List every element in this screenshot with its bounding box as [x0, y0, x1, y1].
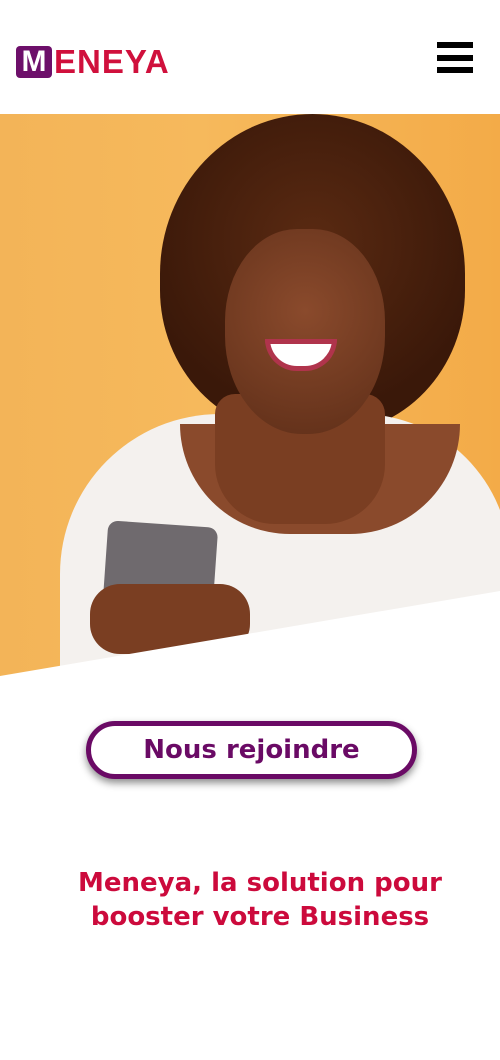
- logo-text: ENEYA: [54, 43, 170, 80]
- header: M ENEYA: [0, 0, 500, 114]
- menu-bar: [437, 42, 473, 48]
- logo[interactable]: M ENEYA: [16, 43, 170, 80]
- tagline-line-2: booster votre Business: [90, 902, 430, 932]
- hero-face: [225, 229, 385, 434]
- tagline: Meneya, la solution pour booster votre B…: [30, 866, 490, 934]
- hamburger-menu-icon[interactable]: [437, 42, 473, 73]
- menu-bar: [437, 67, 473, 73]
- tagline-line-1: Meneya, la solution pour: [78, 868, 442, 898]
- logo-m-mark: M: [16, 46, 52, 78]
- hero-image: [0, 114, 500, 676]
- join-button[interactable]: Nous rejoindre: [86, 721, 417, 779]
- menu-bar: [437, 54, 473, 61]
